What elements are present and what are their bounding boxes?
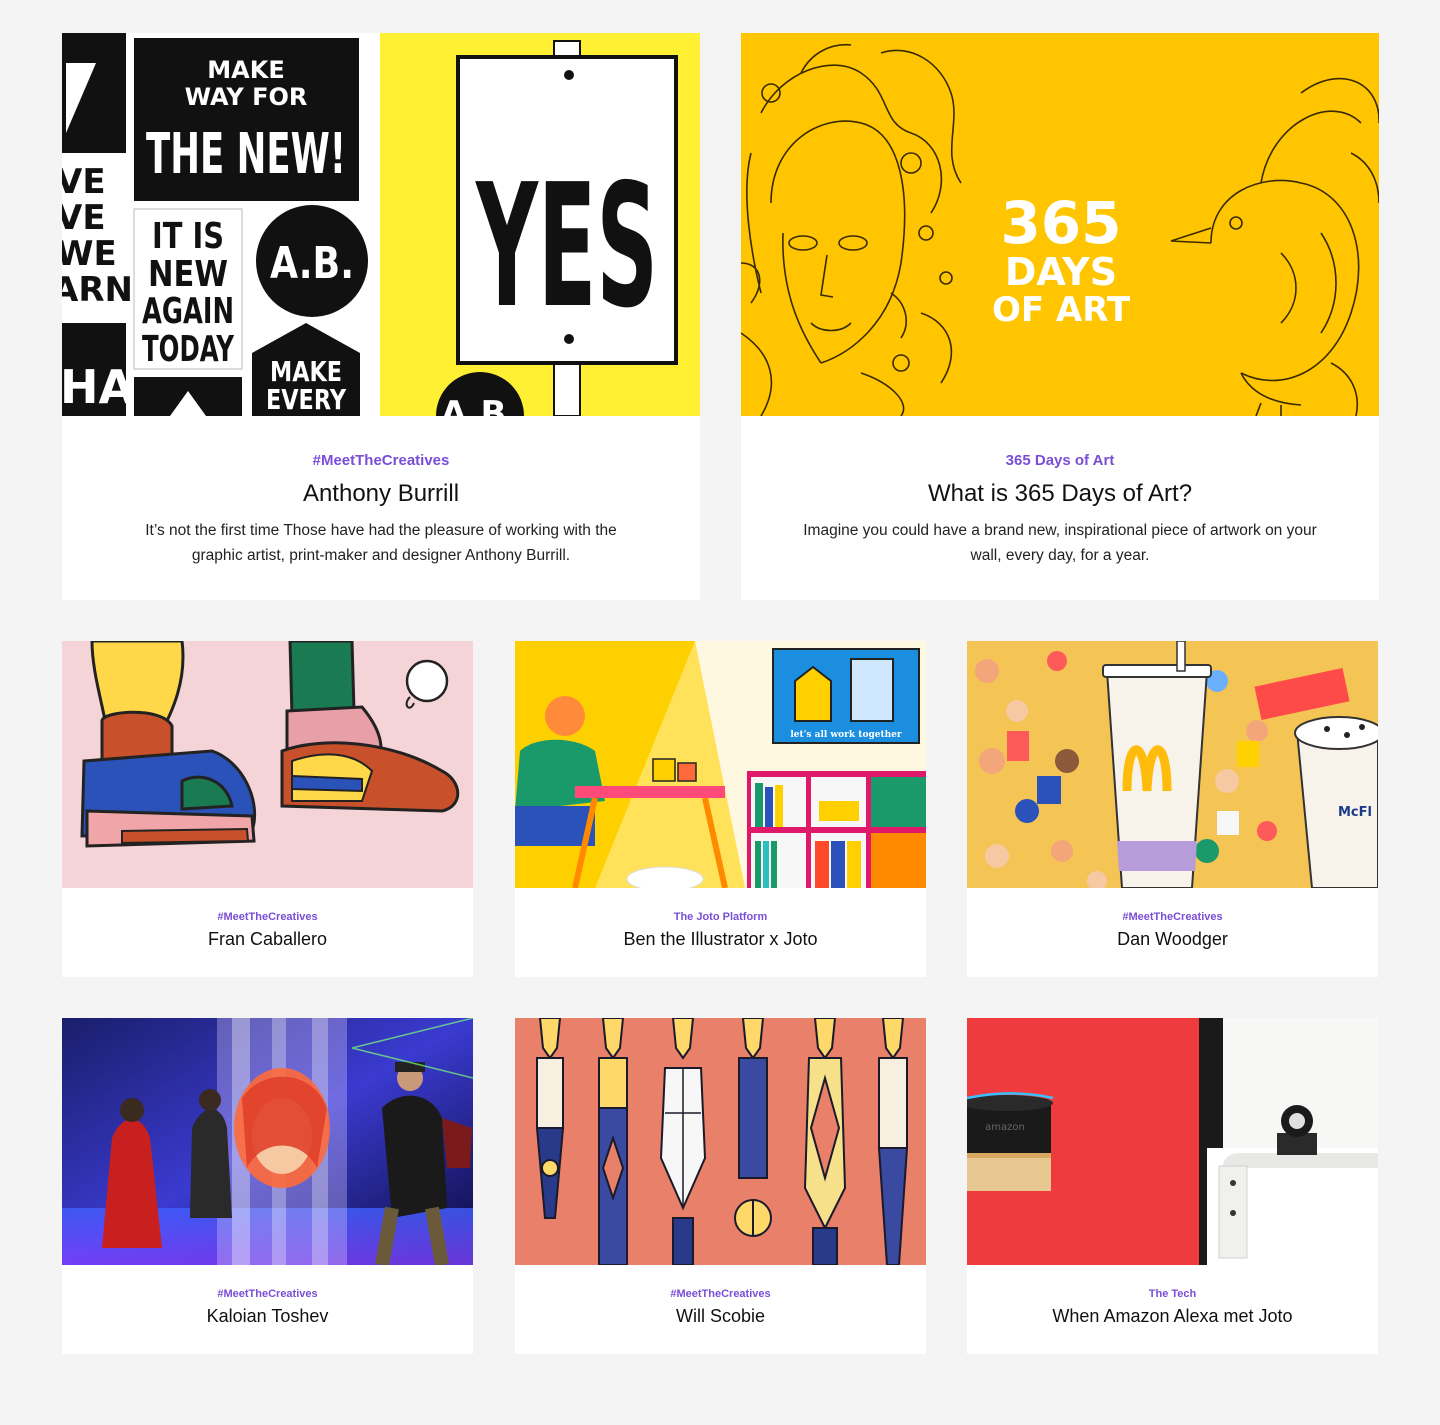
edge-text-3: WE <box>62 234 117 274</box>
poster2-text-3: AGAIN <box>142 291 234 332</box>
article-title[interactable]: Fran Caballero <box>62 927 473 951</box>
poster-text-2: WAY FOR <box>185 83 308 111</box>
article-category[interactable]: The Joto Platform <box>515 910 926 924</box>
hero-text-3: OF ART <box>992 290 1131 330</box>
article-card-body: #MeetTheCreatives Anthony Burrill It’s n… <box>62 416 700 568</box>
article-image-will-scobie[interactable] <box>515 1018 926 1265</box>
edge-text-1: VE <box>62 162 106 202</box>
article-category[interactable]: #MeetTheCreatives <box>62 1287 473 1301</box>
poster-caption: let's all work together <box>790 730 902 740</box>
article-description: It’s not the first time Those have had t… <box>145 522 617 564</box>
poster-text-3: THE NEW! <box>146 122 346 187</box>
article-card-amazon-alexa[interactable]: amazon The Tech When Amazon Alexa met Jo… <box>967 1018 1378 1354</box>
article-card-ben-the-illustrator[interactable]: let's all work together The Joto Platfor… <box>515 641 926 977</box>
badge-text: A.B. <box>270 238 354 289</box>
article-title[interactable]: Anthony Burrill <box>122 479 640 509</box>
article-card-fran-caballero[interactable]: #MeetTheCreatives Fran Caballero <box>62 641 473 977</box>
article-title[interactable]: When Amazon Alexa met Joto <box>967 1304 1378 1328</box>
article-card-dan-woodger[interactable]: McFl #MeetTheCreatives Dan Woodger <box>967 641 1378 977</box>
article-card-body: #MeetTheCreatives Dan Woodger <box>967 888 1378 951</box>
article-title[interactable]: Ben the Illustrator x Joto <box>515 927 926 951</box>
article-card-body: #MeetTheCreatives Kaloian Toshev <box>62 1265 473 1328</box>
article-image-dan-woodger[interactable]: McFl <box>967 641 1378 888</box>
article-category[interactable]: The Tech <box>967 1287 1378 1301</box>
article-description: Imagine you could have a brand new, insp… <box>803 522 1317 564</box>
edge-text-4: ARN <box>62 270 133 310</box>
sign-badge-text: A.B. <box>441 394 520 416</box>
article-title[interactable]: Kaloian Toshev <box>62 1304 473 1328</box>
article-category[interactable]: #MeetTheCreatives <box>122 451 640 471</box>
edge-text-2: VE <box>62 198 106 238</box>
hero-text-2: DAYS <box>1005 250 1117 294</box>
article-card-body: #MeetTheCreatives Fran Caballero <box>62 888 473 951</box>
poster2-text-4: TODAY <box>142 329 235 370</box>
article-title[interactable]: Will Scobie <box>515 1304 926 1328</box>
article-image-ben-the-illustrator[interactable]: let's all work together <box>515 641 926 888</box>
article-image-fran-caballero[interactable] <box>62 641 473 888</box>
article-card-body: #MeetTheCreatives Will Scobie <box>515 1265 926 1328</box>
article-card-body: The Tech When Amazon Alexa met Joto <box>967 1265 1378 1328</box>
sign-text: YES <box>475 148 658 346</box>
article-category[interactable]: #MeetTheCreatives <box>515 1287 926 1301</box>
article-card-body: 365 Days of Art What is 365 Days of Art?… <box>741 416 1379 568</box>
poster2-text-2: NEW <box>148 254 228 295</box>
article-image-kaloian-toshev[interactable] <box>62 1018 473 1265</box>
poster-text-1: MAKE <box>207 56 284 84</box>
article-image-365-days-of-art[interactable]: 365 DAYS OF ART <box>741 33 1379 416</box>
article-category[interactable]: 365 Days of Art <box>801 451 1319 471</box>
article-card-kaloian-toshev[interactable]: #MeetTheCreatives Kaloian Toshev <box>62 1018 473 1354</box>
article-image-anthony-burrill[interactable]: VE VE WE ARN HAT MAKE WAY FOR THE NEW! I… <box>62 33 700 416</box>
hero-text-1: 365 <box>1000 189 1121 257</box>
article-card-body: The Joto Platform Ben the Illustrator x … <box>515 888 926 951</box>
device-label: amazon <box>985 1122 1025 1133</box>
article-title[interactable]: What is 365 Days of Art? <box>801 479 1319 509</box>
article-title[interactable]: Dan Woodger <box>967 927 1378 951</box>
article-image-amazon-alexa[interactable]: amazon <box>967 1018 1378 1265</box>
article-card-anthony-burrill[interactable]: VE VE WE ARN HAT MAKE WAY FOR THE NEW! I… <box>62 33 700 600</box>
article-category[interactable]: #MeetTheCreatives <box>62 910 473 924</box>
article-card-365-days-of-art[interactable]: 365 DAYS OF ART 365 Days of Art What is … <box>741 33 1379 600</box>
article-category[interactable]: #MeetTheCreatives <box>967 910 1378 924</box>
poster2-text-1: IT IS <box>152 216 224 257</box>
article-card-will-scobie[interactable]: #MeetTheCreatives Will Scobie <box>515 1018 926 1354</box>
poster3-text-2: EVERY <box>266 383 347 416</box>
cup-label: McFl <box>1338 805 1372 820</box>
